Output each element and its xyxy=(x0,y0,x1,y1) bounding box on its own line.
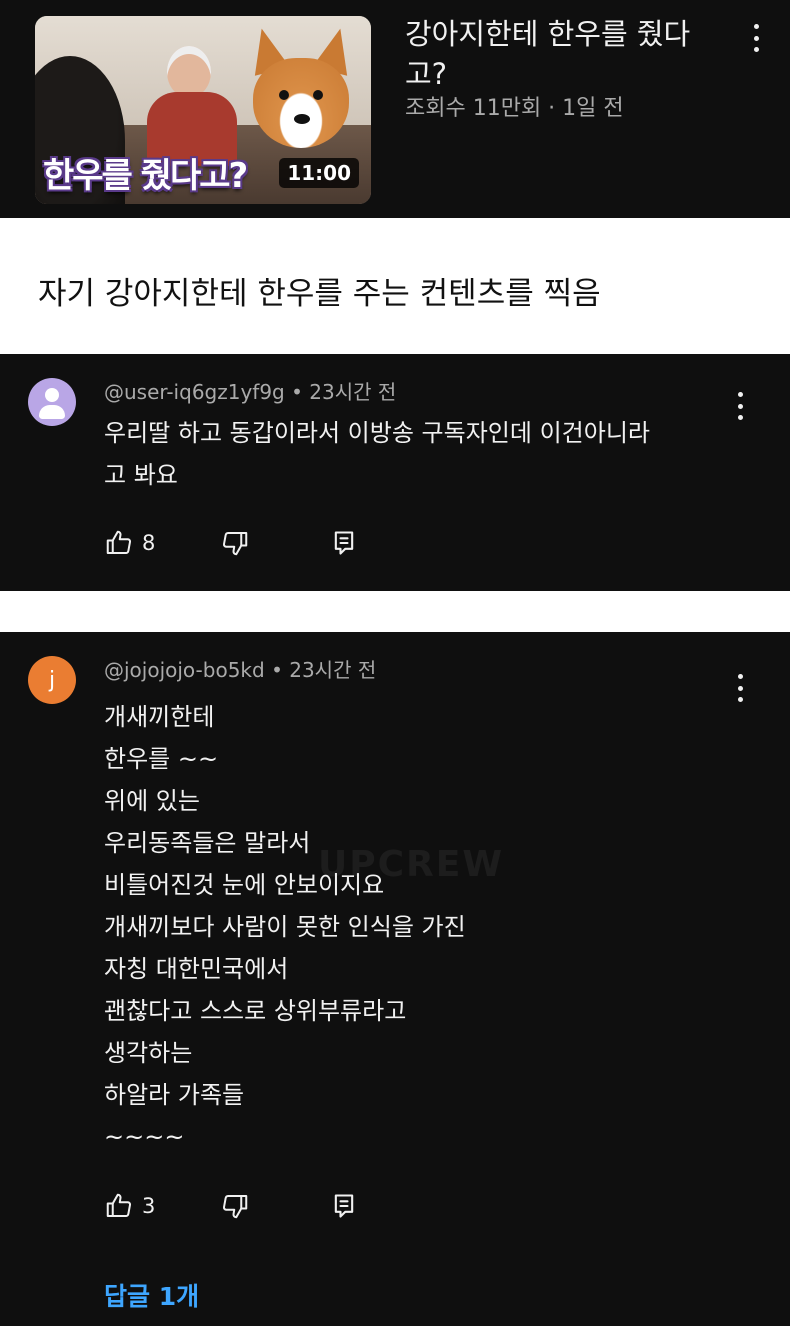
thumb-down-icon xyxy=(222,1195,248,1219)
video-meta: 조회수 11만회 · 1일 전 xyxy=(405,96,624,121)
separator-dot: • xyxy=(291,380,310,404)
comment-actions: 8 xyxy=(104,528,354,558)
comment-line: 자칭 대한민국에서 xyxy=(104,955,289,983)
thumbnail-caption: 한우를 줬다고? xyxy=(43,156,248,196)
comment-author-line: @jojojojo-bo5kd • 23시간 전 xyxy=(104,654,376,683)
comment-time: 23시간 전 xyxy=(309,380,397,404)
avatar[interactable]: j xyxy=(28,656,76,704)
thumbnail-dog xyxy=(244,24,359,158)
video-duration-badge: 11:00 xyxy=(279,158,359,188)
comment-line: 개새끼보다 사람이 못한 인식을 가진 xyxy=(104,913,466,941)
comment-line: 한우를 ~~ xyxy=(104,745,219,773)
comment-actions: 3 xyxy=(104,1191,354,1221)
comment-reply-icon xyxy=(334,531,354,555)
comment-line: 괜찮다고 스스로 상위부류라고 xyxy=(104,997,407,1025)
comment-line: 고 봐요 xyxy=(104,461,178,489)
reply-button[interactable] xyxy=(330,1192,358,1224)
comment-author[interactable]: @jojojojo-bo5kd xyxy=(104,658,265,682)
comment-card: UPCREW j @jojojojo-bo5kd • 23시간 전 개새끼한테 … xyxy=(0,632,790,1326)
comment-text: 개새끼한테 한우를 ~~ 위에 있는 우리동족들은 말라서 비틀어진것 눈에 안… xyxy=(104,696,734,1158)
comment-line: 생각하는 xyxy=(104,1039,193,1067)
comment-reply-icon xyxy=(334,1194,354,1218)
video-thumbnail[interactable]: 한우를 줬다고? 11:00 xyxy=(35,16,371,204)
comment-line: ~~~~ xyxy=(104,1123,185,1151)
like-button[interactable]: 3 xyxy=(104,1191,155,1221)
video-card[interactable]: 한우를 줬다고? 11:00 강아지한테 한우를 줬다고? 조회수 11만회 ·… xyxy=(0,0,790,218)
video-title[interactable]: 강아지한테 한우를 줬다고? xyxy=(405,14,725,94)
comment-author-line: @user-iq6gz1yf9g • 23시간 전 xyxy=(104,376,396,405)
comment-time: 23시간 전 xyxy=(289,658,377,682)
comment-line: 개새끼한테 xyxy=(104,703,215,731)
video-more-vert-icon[interactable] xyxy=(753,24,759,52)
comment-more-vert-icon[interactable] xyxy=(737,674,743,702)
thumb-up-icon xyxy=(106,1193,132,1217)
comment-line: 하알라 가족들 xyxy=(104,1081,245,1109)
thumb-down-icon xyxy=(222,532,248,556)
comment-author[interactable]: @user-iq6gz1yf9g xyxy=(104,380,285,404)
like-count: 3 xyxy=(142,1194,156,1218)
comment-line: 우리딸 하고 동갑이라서 이방송 구독자인데 이건아니라 xyxy=(104,419,650,447)
separator-dot: • xyxy=(271,658,290,682)
avatar[interactable] xyxy=(28,378,76,426)
comment-line: 우리동족들은 말라서 xyxy=(104,829,311,857)
reply-button[interactable] xyxy=(330,529,358,561)
dislike-button[interactable] xyxy=(220,1191,250,1225)
like-button[interactable]: 8 xyxy=(104,528,155,558)
comment-line: 비틀어진것 눈에 안보이지요 xyxy=(104,871,385,899)
thumb-up-icon xyxy=(106,530,132,554)
like-count: 8 xyxy=(142,531,156,555)
dislike-button[interactable] xyxy=(220,528,250,562)
view-replies-link[interactable]: 답글 1개 xyxy=(104,1277,199,1313)
comment-line: 위에 있는 xyxy=(104,787,200,815)
post-caption: 자기 강아지한테 한우를 주는 컨텐츠를 찍음 xyxy=(38,276,601,312)
comment-more-vert-icon[interactable] xyxy=(737,392,743,420)
comment-card: @user-iq6gz1yf9g • 23시간 전 우리딸 하고 동갑이라서 이… xyxy=(0,354,790,591)
comment-text: 우리딸 하고 동갑이라서 이방송 구독자인데 이건아니라 고 봐요 xyxy=(104,412,734,496)
